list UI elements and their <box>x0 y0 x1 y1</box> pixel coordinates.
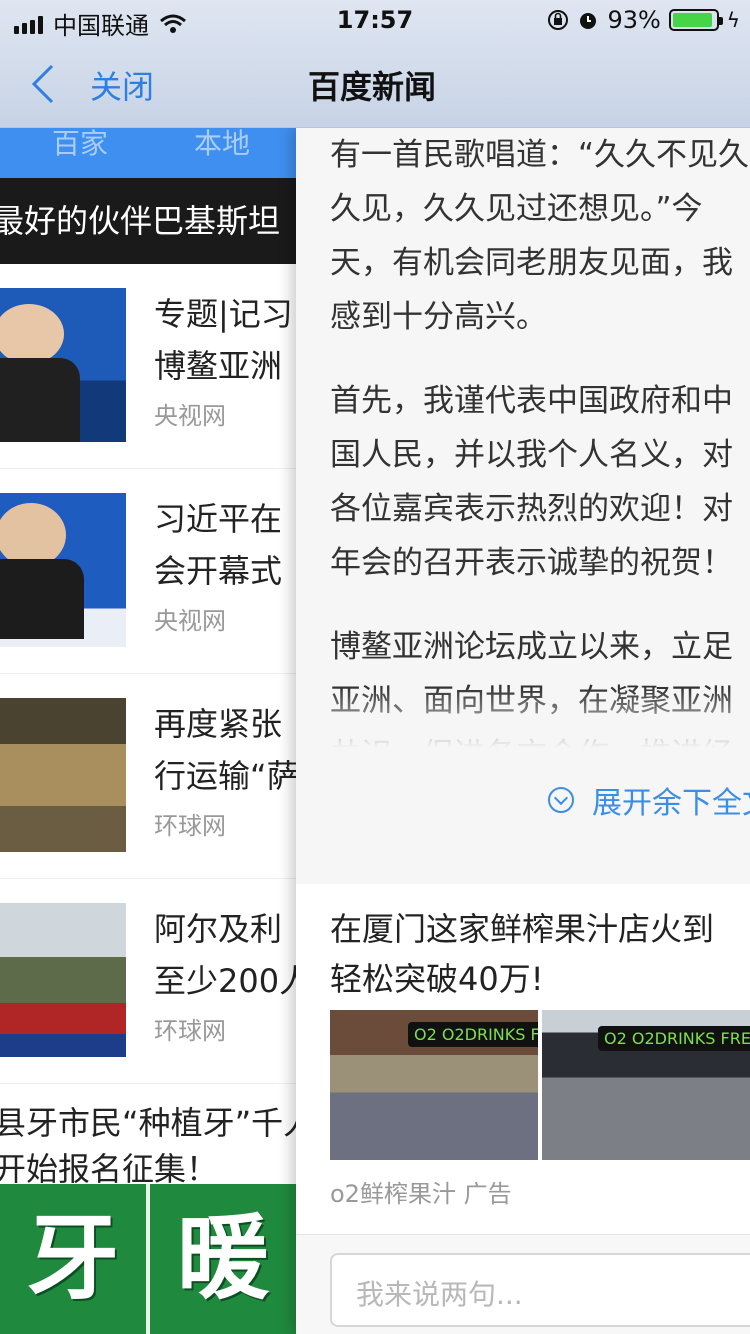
news-title-line: 博鳌亚洲 <box>154 347 283 385</box>
news-title-line: 专题|记习 <box>154 295 293 333</box>
news-source: 央视网 <box>154 402 226 430</box>
chevron-down-circle-icon <box>548 787 574 813</box>
list-item[interactable]: 阿尔及利至少200人 环球网 <box>0 879 296 1084</box>
chevron-left-icon[interactable] <box>26 62 66 106</box>
ad-label: 广告 <box>463 1180 512 1208</box>
orientation-lock-icon <box>548 10 569 30</box>
ad-advertiser: o2鲜榨果汁 <box>330 1180 456 1208</box>
ad-card[interactable]: 在厦门这家鲜榨果汁店火到 轻松突破40万! O2 O2DRINKS FRESH … <box>296 884 750 1234</box>
news-title-line: 行运输“萨 <box>154 757 296 795</box>
news-source: 央视网 <box>154 607 226 635</box>
ad-title-line: 在厦门这家鲜榨果汁店火到 <box>330 910 715 948</box>
news-thumbnail <box>0 493 126 647</box>
list-item[interactable]: 再度紧张行运输“萨 环球网 <box>0 674 296 879</box>
expand-full-text-button[interactable]: 展开余下全文 <box>548 778 750 822</box>
ad-meta: o2鲜榨果汁 广告 <box>330 1174 512 1209</box>
ad-image: O2 O2DRINKS FRESH <box>330 1010 538 1160</box>
navigation-bar: 关闭 百度新闻 <box>0 40 750 128</box>
ad-text-line: 县牙市民“种植牙”千人 <box>0 1104 296 1142</box>
news-title-line: 再度紧张 <box>154 705 283 743</box>
ad-banner-text: 牙 <box>27 1205 120 1312</box>
close-button[interactable]: 关闭 <box>90 62 154 108</box>
news-title-line: 习近平在 <box>154 500 283 538</box>
news-list-background: 百家 本地 最好的伙伴巴基斯坦 专题|记习博鳌亚洲 央视网 习近平在会开幕式 央… <box>0 128 296 1334</box>
article-panel: 有一首民歌唱道：“久久不见久久见，久久见过还想见。”今天，有机会同老朋友见面，我… <box>296 128 750 1334</box>
article-paragraph: 有一首民歌唱道：“久久不见久久见，久久见过还想见。”今天，有机会同老朋友见面，我… <box>330 137 750 335</box>
fade-overlay <box>296 688 750 748</box>
comment-bar: 我来说两句... <box>296 1234 750 1334</box>
battery-percent: 93% <box>607 6 661 34</box>
ad-title-line: 轻松突破40万! <box>330 960 544 998</box>
top-bar: 中国联通 17:57 93% ϟ 关闭 百度新闻 <box>0 0 750 128</box>
comment-input[interactable]: 我来说两句... <box>330 1253 750 1327</box>
alarm-icon <box>580 13 597 29</box>
channel-tabs: 百家 本地 <box>0 128 296 178</box>
ad-image: O2 O2DRINKS FRESH TREE <box>542 1010 750 1160</box>
news-thumbnail <box>0 698 126 852</box>
ad-banner-image[interactable]: 牙 暖春 <box>0 1184 296 1334</box>
tab-local[interactable]: 本地 <box>194 128 250 162</box>
news-thumbnail <box>0 903 126 1057</box>
status-bar: 中国联通 17:57 93% ϟ <box>0 0 750 40</box>
headline-banner[interactable]: 最好的伙伴巴基斯坦 <box>0 178 296 264</box>
news-title-line: 会开幕式 <box>154 552 283 590</box>
article-paragraph: 首先，我谨代表中国政府和中国人民，并以我个人名义，对各位嘉宾表示热烈的欢迎！对年… <box>330 383 733 581</box>
page-title: 百度新闻 <box>308 68 437 106</box>
news-title-line: 阿尔及利 <box>154 910 283 948</box>
list-item[interactable]: 专题|记习博鳌亚洲 央视网 <box>0 264 296 469</box>
ad-title: 在厦门这家鲜榨果汁店火到 轻松突破40万! <box>330 904 750 1004</box>
ad-images: O2 O2DRINKS FRESH O2 O2DRINKS FRESH TREE <box>330 1010 750 1160</box>
news-source: 环球网 <box>154 1017 226 1045</box>
ad-text[interactable]: 县牙市民“种植牙”千人 开始报名征集！ <box>0 1084 296 1192</box>
charging-icon: ϟ <box>726 8 740 32</box>
news-source: 环球网 <box>154 812 226 840</box>
ad-banner-text: 暖春 <box>176 1205 269 1312</box>
brand-logo: O2 O2DRINKS FRESH TREE <box>598 1026 750 1051</box>
battery-icon <box>668 9 723 31</box>
expand-label: 展开余下全文 <box>592 786 750 821</box>
news-title-line: 至少200人 <box>154 962 296 1000</box>
list-item[interactable]: 习近平在会开幕式 央视网 <box>0 469 296 674</box>
tab-baijia[interactable]: 百家 <box>52 128 108 162</box>
brand-logo: O2 O2DRINKS FRESH <box>408 1022 538 1047</box>
news-thumbnail <box>0 288 126 442</box>
